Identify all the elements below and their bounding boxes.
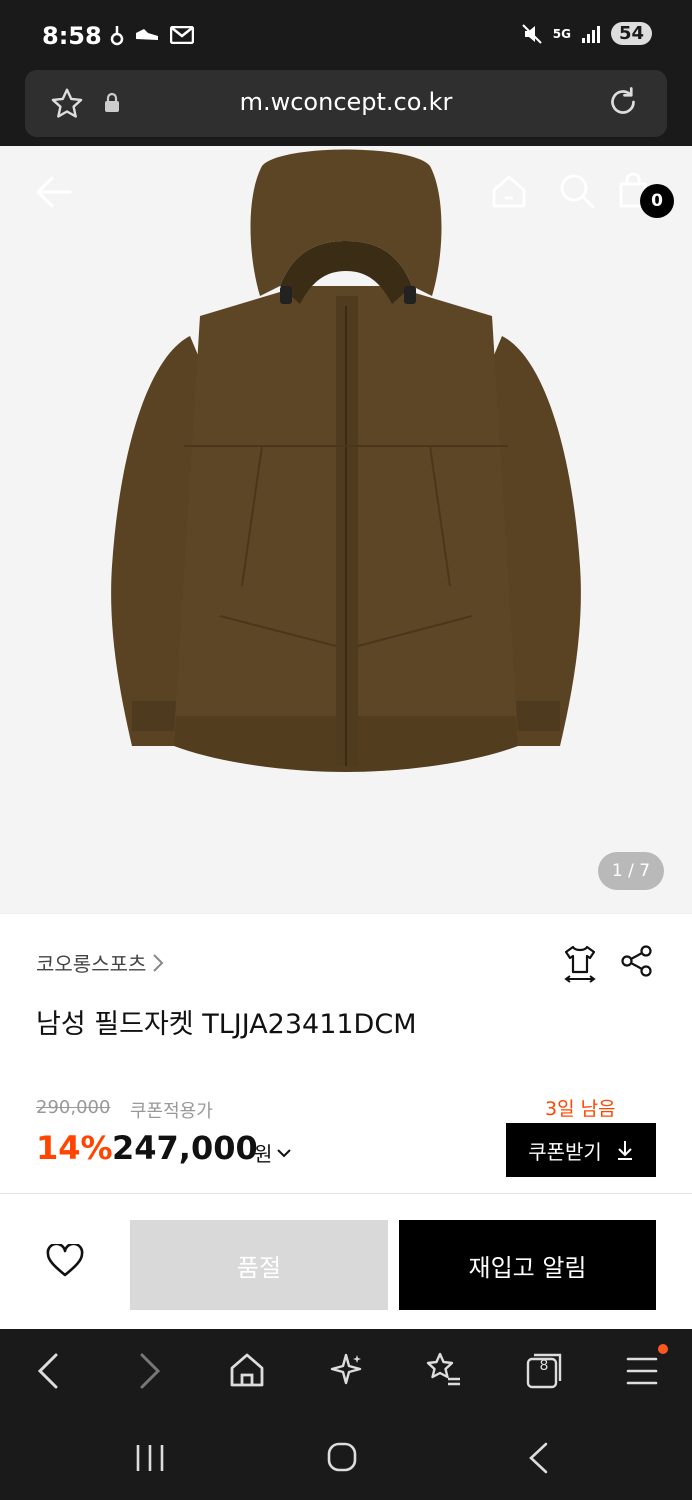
- status-time: 8:58: [42, 22, 102, 50]
- status-bar: 8:58 5G 54: [0, 0, 692, 70]
- discount-rate: 14%: [36, 1129, 113, 1167]
- product-tools: [562, 944, 654, 984]
- sale-price: 247,000: [112, 1129, 258, 1167]
- download-icon: [617, 1141, 632, 1160]
- signal-icon: [581, 25, 600, 43]
- get-coupon-button[interactable]: 쿠폰받기: [506, 1123, 656, 1177]
- brand-name: 코오롱스포츠: [36, 952, 147, 976]
- brand-link[interactable]: 코오롱스포츠: [36, 948, 164, 977]
- home-icon[interactable]: [490, 172, 528, 210]
- system-icons: 5G 54: [521, 22, 652, 45]
- restock-alert-button[interactable]: 재입고 알림: [399, 1220, 656, 1310]
- browser-home-icon[interactable]: [228, 1351, 266, 1389]
- browser-forward-icon[interactable]: [138, 1351, 162, 1391]
- get-coupon-label: 쿠폰받기: [528, 1139, 602, 1164]
- battery-indicator: 54: [610, 22, 652, 45]
- product-image-gallery[interactable]: 0 1 / 7: [0, 146, 692, 913]
- image-counter: 1 / 7: [598, 852, 664, 890]
- ai-sparkle-icon[interactable]: [328, 1351, 364, 1389]
- coupon-days-left: 3일 남음: [545, 1098, 616, 1120]
- notification-icons: [110, 24, 194, 46]
- recent-apps-icon[interactable]: [134, 1443, 166, 1473]
- address-bar[interactable]: m.wconcept.co.kr: [25, 70, 667, 137]
- size-guide-shirt-icon[interactable]: [562, 944, 598, 984]
- back-arrow-icon[interactable]: [34, 174, 74, 210]
- menu-notification-dot: [658, 1344, 668, 1354]
- original-price: 290,000: [36, 1097, 111, 1118]
- system-home-icon[interactable]: [326, 1441, 358, 1473]
- browser-address-area: m.wconcept.co.kr: [0, 70, 692, 146]
- network-type: 5G: [552, 26, 571, 41]
- system-navigation-bar: [0, 1413, 692, 1500]
- cart-count-badge: 0: [640, 184, 674, 218]
- system-back-icon[interactable]: [526, 1441, 550, 1475]
- purchase-action-bar: 품절 재입고 알림: [0, 1193, 692, 1329]
- mail-icon: [170, 26, 194, 44]
- browser-back-icon[interactable]: [36, 1351, 60, 1391]
- mute-icon: [522, 23, 542, 44]
- currency-label: 원: [254, 1142, 273, 1166]
- browser-toolbar: [0, 1329, 692, 1413]
- share-icon[interactable]: [620, 944, 654, 978]
- notification-icon: [110, 26, 124, 46]
- product-info: 코오롱스포츠 남성 필드자켓 TLJJA23411DCM 290,000 쿠폰적…: [0, 913, 692, 1193]
- reload-icon[interactable]: [605, 84, 641, 120]
- product-name: 남성 필드자켓 TLJJA23411DCM: [36, 1009, 417, 1040]
- product-image: [111, 149, 581, 772]
- bookmarks-icon[interactable]: [424, 1351, 464, 1389]
- search-icon[interactable]: [558, 172, 596, 210]
- price-detail-toggle[interactable]: 원: [254, 1138, 292, 1167]
- tabs-count: 8: [539, 1358, 549, 1374]
- menu-icon[interactable]: [626, 1351, 658, 1391]
- url-text[interactable]: m.wconcept.co.kr: [25, 88, 667, 116]
- shoe-icon: [136, 29, 158, 40]
- chevron-down-icon: [277, 1148, 292, 1157]
- heart-icon[interactable]: [46, 1244, 84, 1278]
- coupon-price-label: 쿠폰적용가: [130, 1101, 213, 1122]
- chevron-right-icon: [153, 953, 164, 972]
- soldout-button[interactable]: 품절: [130, 1220, 388, 1310]
